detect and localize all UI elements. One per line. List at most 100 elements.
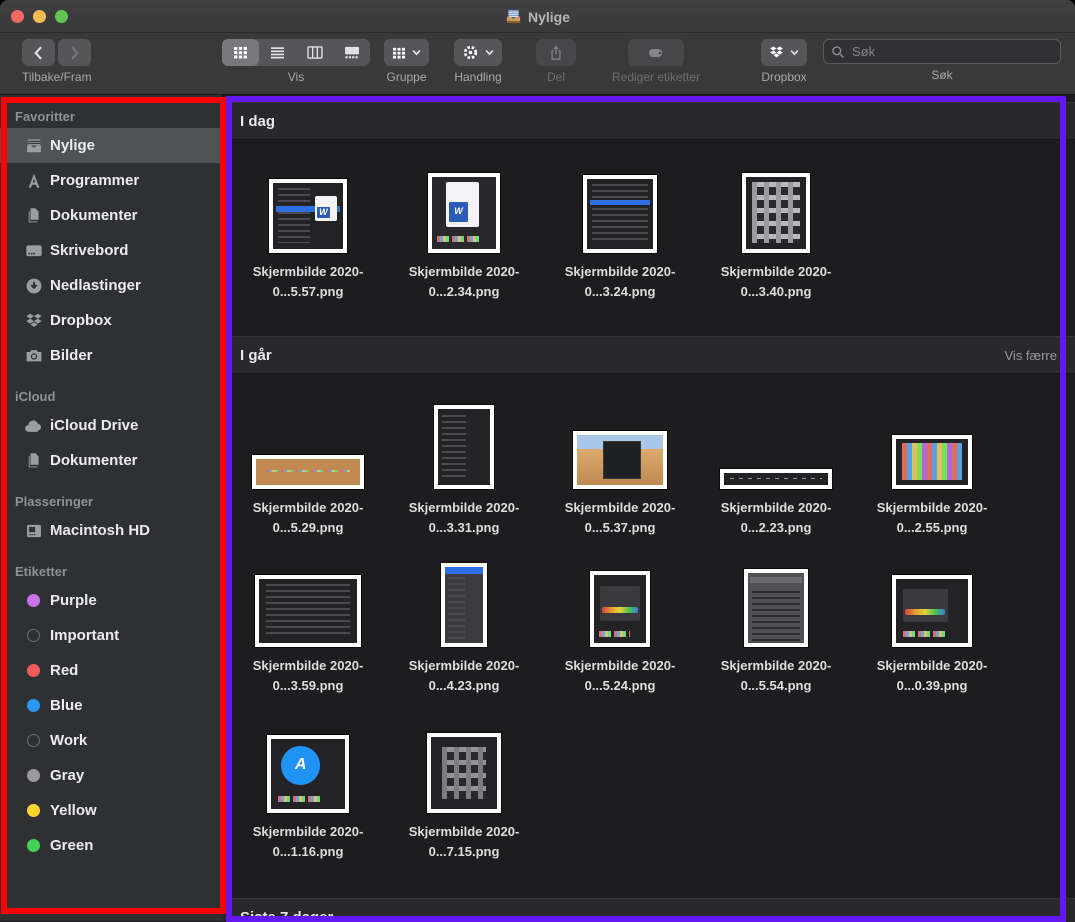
edit-tags-button[interactable] [628,39,684,66]
file-thumbnail-menubar-thin[interactable] [720,469,832,489]
sidebar-item-purple[interactable]: Purple [0,583,222,618]
columns-view-icon [307,46,323,59]
file-thumbnail-icons-grid[interactable] [742,173,810,253]
sidebar-item-nylige[interactable]: Nylige [0,128,222,163]
sidebar-item-bilder[interactable]: Bilder [0,338,222,373]
file-thumbnail-list-blue[interactable] [583,175,657,253]
sidebar-item-blue[interactable]: Blue [0,688,222,723]
sidebar-item-label: Gray [50,767,84,784]
view-icons-button[interactable] [222,39,259,66]
share-button[interactable] [536,39,576,66]
action-button[interactable] [454,39,502,66]
file-item[interactable]: Skjermbilde 2020-0...3.40.png [698,140,854,336]
camera-icon [24,346,43,365]
sidebar-item-label: iCloud Drive [50,417,138,434]
search-field[interactable] [823,39,1061,64]
back-button[interactable] [22,39,55,66]
file-thumbnail-menu-tall[interactable] [441,563,487,647]
file-item[interactable]: Skjermbilde 2020-0...5.54.png [698,542,854,700]
gallery-view-icon [344,46,360,59]
sidebar-item-red[interactable]: Red [0,653,222,688]
file-thumbnail-folder-rainbow[interactable] [590,571,650,647]
file-thumbnail-word-doc[interactable]: W [428,173,500,253]
file-thumbnail-list-wide[interactable] [255,575,361,647]
group-button[interactable] [384,39,429,66]
show-fewer-link[interactable]: Vis færre [1005,348,1058,363]
file-name: Skjermbilde 2020-0...3.24.png [545,262,695,302]
file-item[interactable]: Skjermbilde 2020-0...2.23.png [698,374,854,542]
file-item[interactable]: W Skjermbilde 2020-0...2.34.png [386,140,542,336]
file-thumbnail-menu-dropdown[interactable] [744,569,808,647]
file-name: Skjermbilde 2020-0...2.34.png [389,262,539,302]
tag-color-dot [27,664,40,677]
list-view-icon [270,46,285,59]
view-gallery-button[interactable] [333,39,370,66]
tag-icon [648,47,665,59]
documents-icon [24,206,43,225]
file-item[interactable]: Skjermbilde 2020-0...5.37.png [542,374,698,542]
file-item[interactable]: Skjermbilde 2020-0...3.31.png [386,374,542,542]
file-item[interactable]: Skjermbilde 2020-0...4.23.png [386,542,542,700]
file-thumbnail-desert[interactable] [573,431,667,489]
file-item[interactable]: ASkjermbilde 2020-0...1.16.png [230,700,386,866]
sidebar-item-gray[interactable]: Gray [0,758,222,793]
file-item[interactable]: Skjermbilde 2020-0...3.59.png [230,542,386,700]
view-columns-button[interactable] [296,39,333,66]
file-thumbnail-window-grid[interactable] [427,733,501,813]
dropbox-button[interactable] [761,39,807,66]
sidebar-item-yellow[interactable]: Yellow [0,793,222,828]
sidebar-item-dropbox[interactable]: Dropbox [0,303,222,338]
icloud-icon [24,416,43,435]
file-item[interactable]: WSkjermbilde 2020-0...5.57.png [230,140,386,336]
sidebar-section-favoritter: FavoritterNyligeProgrammerDokumenterSkri… [0,109,222,373]
sidebar-item-green[interactable]: Green [0,828,222,863]
edit-tags-label: Rediger etiketter [612,70,700,84]
sidebar-item-programmer[interactable]: Programmer [0,163,222,198]
group-label: Gruppe [386,70,426,84]
file-name: Skjermbilde 2020-0...5.37.png [545,498,695,538]
file-item[interactable]: Skjermbilde 2020-0...3.24.png [542,140,698,336]
file-item[interactable]: Skjermbilde 2020-0...0.39.png [854,542,1010,700]
file-name: Skjermbilde 2020-0...0.39.png [857,656,1007,696]
search-input[interactable] [850,43,1053,60]
file-thumbnail-list-tall[interactable] [434,405,494,489]
sidebar-item-work[interactable]: Work [0,723,222,758]
title-bar[interactable]: Nylige [0,0,1075,33]
tag-color-dot [27,629,40,642]
file-name: Skjermbilde 2020-0...5.29.png [233,498,383,538]
sidebar-item-nedlastinger[interactable]: Nedlastinger [0,268,222,303]
sidebar-section-title: Etiketter [0,564,222,583]
file-item[interactable]: Skjermbilde 2020-0...2.55.png [854,374,1010,542]
sidebar-item-skrivebord[interactable]: Skrivebord [0,233,222,268]
sidebar-item-dokumenter[interactable]: Dokumenter [0,198,222,233]
content-area: I dagWSkjermbilde 2020-0...5.57.pngWSkje… [222,95,1075,921]
tag-circle-icon [24,766,43,785]
tag-circle-icon [24,661,43,680]
file-thumbnail-folder-rainbow-wide[interactable] [892,575,972,647]
forward-button[interactable] [58,39,91,66]
chevron-right-icon [69,46,80,60]
sidebar-item-dokumenter[interactable]: Dokumenter [0,443,222,478]
file-thumbnail-appstore[interactable]: A [267,735,349,813]
file-thumbnail-dock-tan[interactable] [252,455,364,489]
file-item[interactable]: Skjermbilde 2020-0...7.15.png [386,700,542,866]
sidebar-item-macintosh-hd[interactable]: Macintosh HD [0,513,222,548]
share-icon [549,45,563,61]
recents-icon [24,136,43,155]
file-item[interactable]: Skjermbilde 2020-0...5.24.png [542,542,698,700]
window-title-text: Nylige [528,9,570,25]
desktop-icon [24,241,43,260]
sidebar-item-icloud-drive[interactable]: iCloud Drive [0,408,222,443]
window-title: Nylige [0,0,1075,33]
tag-color-dot [27,839,40,852]
share-group: Del [536,39,576,84]
tag-color-dot [27,769,40,782]
file-thumbnail-icons-colorful[interactable] [892,435,972,489]
sidebar-section-plasseringer: PlasseringerMacintosh HD [0,494,222,548]
file-item[interactable]: Skjermbilde 2020-0...5.29.png [230,374,386,542]
view-list-button[interactable] [259,39,296,66]
sidebar-item-label: Important [50,627,119,644]
sidebar-item-important[interactable]: Important [0,618,222,653]
sidebar-section-title: Plasseringer [0,494,222,513]
file-thumbnail-list-word[interactable]: W [269,179,347,253]
